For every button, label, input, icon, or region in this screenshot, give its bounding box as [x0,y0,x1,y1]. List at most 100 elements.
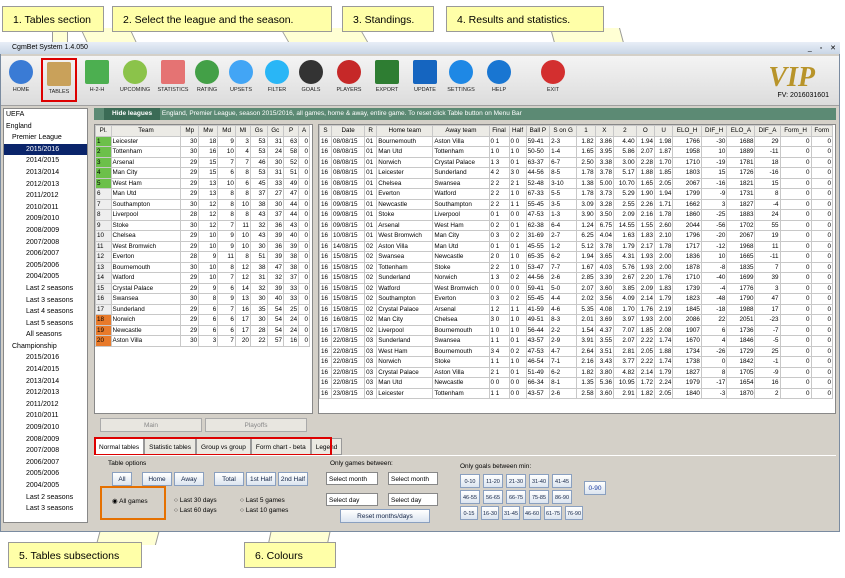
tree-item[interactable]: 2008/2009 [4,434,87,446]
results-row[interactable]: 16 08/08/15 01 Man Utd Tottenham 1 01 0 50-50 1… [319,146,834,158]
results-row[interactable]: 16 08/08/15 01 Norwich Crystal Palace 1 30 16… [319,156,834,168]
results-row[interactable]: 16 08/08/15 01 Bournemouth Aston Villa 0 10 0… [319,135,834,147]
tree-item[interactable]: Last 2 seasons [4,492,87,504]
standings-row[interactable]: 12 Everton 28 9 11 8 51 39 38 0 [95,251,310,263]
standings-row[interactable]: 18 Norwich 29 6 6 17 30 54 24 0 [95,314,310,326]
tab-statistic-tables[interactable]: Statistic tables [144,438,197,455]
standings-row[interactable]: 17 Sunderland 29 6 7 16 35 54 25 0 [95,303,310,315]
goal-range-button[interactable]: 86-90 [552,490,572,504]
filter-button[interactable]: FILTER [259,58,295,102]
end-month-select[interactable]: Select month [388,472,438,485]
tree-item[interactable]: Premier League [4,132,87,144]
column-header[interactable]: ELO_H [672,125,702,137]
last10-radio[interactable]: ○ Last 10 games [240,507,288,514]
column-header[interactable]: Gs [249,125,268,137]
tree-item[interactable]: 2015/2016 [4,352,87,364]
tree-item[interactable]: 2006/2007 [4,457,87,469]
results-row[interactable]: 16 22/08/15 03 West Ham Bournemouth 3 40 2 47-… [319,345,834,357]
goal-range-button[interactable]: 41-45 [552,474,572,488]
tree-item[interactable]: 2012/2013 [4,387,87,399]
tab-group-vs-group[interactable]: Group vs group [196,438,251,455]
tree-item[interactable]: 2013/2014 [4,376,87,388]
column-header[interactable]: Gc [266,125,285,137]
standings-row[interactable]: 2 Tottenham 30 16 10 4 53 24 58 0 [95,146,310,158]
column-header[interactable]: Md [217,125,236,137]
column-header[interactable]: DIF_A [754,125,781,137]
column-header[interactable]: Date [331,125,366,137]
tree-item[interactable]: 2014/2015 [4,155,87,167]
h2h-button[interactable]: H-2-H [79,58,115,102]
tree-item[interactable]: 2004/2005 [4,271,87,283]
total-button[interactable]: Total [214,472,244,486]
tree-item[interactable]: England [4,121,87,133]
tree-item[interactable]: 2014/2015 [4,364,87,376]
results-row[interactable]: 16 15/08/15 02 Watford West Bromwich 0 00 0 59… [319,282,834,294]
settings-button[interactable]: SETTINGS [443,58,479,102]
start-day-select[interactable]: Select day [326,493,378,506]
update-button[interactable]: UPDATE [407,58,443,102]
results-row[interactable]: 16 08/08/15 01 Leicester Sunderland 4 23 0 44-… [319,167,834,179]
results-row[interactable]: 16 17/08/15 02 Liverpool Bournemouth 1 01 0 56… [319,324,834,336]
tree-item[interactable]: 2007/2008 [4,445,87,457]
export-button[interactable]: EXPORT [369,58,405,102]
tree-item[interactable]: 2012/2013 [4,179,87,191]
tree-item[interactable]: 2007/2008 [4,237,87,249]
standings-row[interactable]: 20 Aston Villa 30 3 7 20 22 57 16 0 [95,335,310,347]
playoffs-button[interactable]: Playoffs [205,418,307,432]
tree-item[interactable]: 2009/2010 [4,213,87,225]
goal-range-button[interactable]: 11-20 [483,474,503,488]
standings-row[interactable]: 14 Watford 29 10 7 12 31 32 37 0 [95,272,310,284]
exit-button[interactable]: EXIT [535,58,571,102]
standings-row[interactable]: 19 Newcastle 29 6 6 17 28 54 24 0 [95,324,310,336]
first-half-button[interactable]: 1st Half [246,472,276,486]
last5-radio[interactable]: ○ Last 5 games [240,497,285,504]
away-filter-button[interactable]: Away [174,472,204,486]
last60-radio[interactable]: ○ Last 60 days [174,507,217,514]
goal-range-button[interactable]: 31-40 [529,474,549,488]
results-row[interactable]: 16 10/08/15 01 West Bromwich Man City 0 30 23… [319,230,834,242]
all-button[interactable]: All [112,472,132,486]
standings-row[interactable]: 10 Chelsea 29 10 9 10 43 39 40 0 [95,230,310,242]
results-row[interactable]: 16 09/08/15 01 Newcastle Southampton 2 21 1 55… [319,198,834,210]
standings-row[interactable]: 13 Bournemouth 30 10 8 12 38 47 38 0 [95,261,310,273]
tree-item[interactable]: 2009/2010 [4,422,87,434]
standings-row[interactable]: 16 Swansea 30 8 9 13 30 40 33 0 [95,293,310,305]
column-header[interactable]: Mp [180,125,200,137]
column-header[interactable]: X [594,125,615,137]
tree-item[interactable]: 2011/2012 [4,190,87,202]
column-header[interactable]: 1 [576,125,596,137]
results-row[interactable]: 16 22/08/15 03 Crystal Palace Aston Villa 2 1… [319,366,834,378]
standings-row[interactable]: 15 Crystal Palace 29 9 6 14 32 39 33 0 [95,282,310,294]
results-row[interactable]: 16 22/08/15 03 Man Utd Newcastle 0 00 0 66-34 8… [319,377,834,389]
tree-item[interactable]: 2005/2006 [4,260,87,272]
standings-row[interactable]: 9 Stoke 30 12 7 11 32 36 43 0 [95,219,310,231]
tree-item[interactable]: 2011/2012 [4,399,87,411]
tree-item[interactable]: 2010/2011 [4,410,87,422]
results-row[interactable]: 16 15/08/15 02 Sunderland Norwich 1 30 2 44-56… [319,272,834,284]
column-header[interactable]: S [319,125,333,137]
tree-item[interactable]: 2004/2005 [4,480,87,492]
column-header[interactable]: DIF_H [700,125,728,137]
column-header[interactable]: Form_H [779,125,812,137]
results-row[interactable]: 16 23/08/15 03 Leicester Tottenham 1 10 0 43-5… [319,387,834,399]
column-header[interactable]: S on G [549,125,578,137]
column-header[interactable]: P [283,125,300,137]
tab-form-chart-beta[interactable]: Form chart - beta [250,438,311,455]
standings-grid[interactable]: Pl. Team Mp Mw Md Ml Gs Gc P A 1 Leicester 30 18 9 3 53 3… [94,124,313,414]
tree-item[interactable]: 2010/2011 [4,202,87,214]
tree-item[interactable]: Last 3 seasons [4,295,87,307]
goal-range-button[interactable]: 0-15 [460,506,478,520]
home-button[interactable]: HOME [3,58,39,102]
column-header[interactable]: O [635,125,656,137]
results-row[interactable]: 16 08/08/15 01 Everton Watford 2 21 0 67-33 5-5… [319,188,834,200]
results-grid[interactable]: S Date R Home team Away team Final Half Ball PS… [318,124,836,414]
column-header[interactable]: 2 [613,125,637,137]
tree-item[interactable]: Last 2 seasons [4,283,87,295]
window-controls[interactable]: _ ▫ ✕ [808,44,839,52]
column-header[interactable]: Pl. [95,125,112,137]
tree-item[interactable]: 2005/2006 [4,468,87,480]
tree-item[interactable]: Championship [4,341,87,353]
results-row[interactable]: 16 15/08/15 02 Southampton Everton 0 30 2 55-4… [319,293,834,305]
standings-row[interactable]: 7 Southampton 30 12 8 10 38 30 44 0 [95,198,310,210]
results-row[interactable]: 16 09/08/15 01 Arsenal West Ham 0 20 1 62-38 6-… [319,219,834,231]
